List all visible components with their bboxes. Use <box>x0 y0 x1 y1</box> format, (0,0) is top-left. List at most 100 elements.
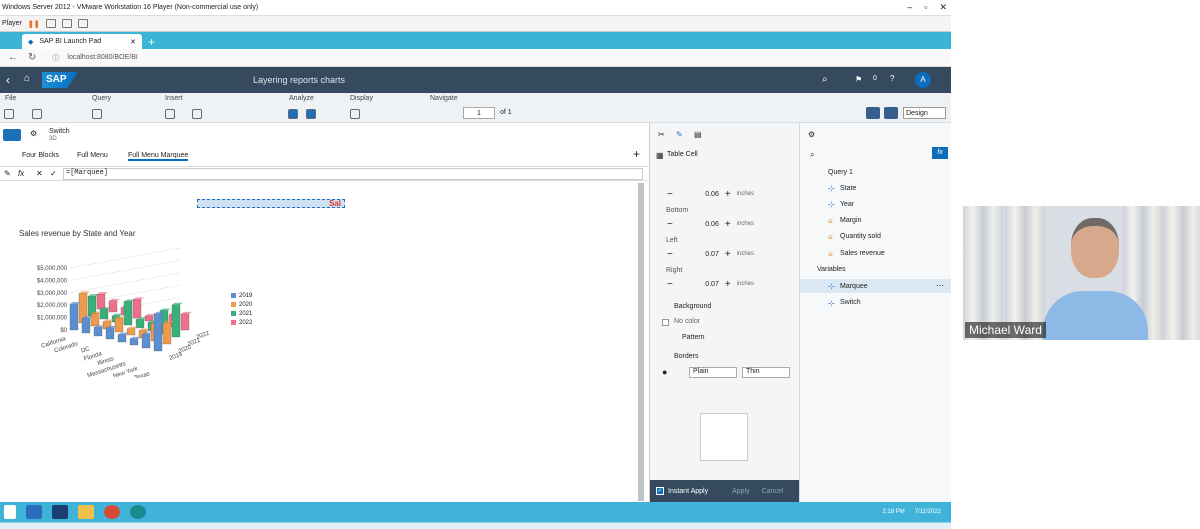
objects-tab-icon[interactable]: ⚙ <box>808 130 815 139</box>
url-field[interactable]: localhost:8080/BOE/BI <box>67 54 137 61</box>
marquee-cell[interactable]: Sal <box>197 199 345 208</box>
chrome-icon[interactable] <box>104 505 120 519</box>
instant-apply-checkbox[interactable]: ✓ <box>656 487 664 495</box>
save-icon[interactable] <box>4 109 14 119</box>
start-icon[interactable] <box>4 505 16 519</box>
decrease-button[interactable]: − <box>667 249 673 260</box>
increase-button[interactable]: + <box>725 189 731 200</box>
edge-icon[interactable] <box>130 505 146 519</box>
increase-button[interactable]: + <box>725 249 731 260</box>
decrease-button[interactable]: − <box>667 189 673 200</box>
filter-icon[interactable] <box>288 109 298 119</box>
home-icon[interactable]: ⌂ <box>24 73 30 84</box>
variable-switch[interactable]: Switch <box>840 299 861 306</box>
apply-button[interactable]: Apply <box>732 488 750 495</box>
object-state[interactable]: State <box>840 185 856 192</box>
increase-button[interactable]: + <box>725 279 731 290</box>
minimize-icon[interactable]: – <box>907 2 912 13</box>
zoom-icon[interactable] <box>350 109 360 119</box>
brush-tab-icon[interactable]: ✎ <box>676 130 683 139</box>
table-icon[interactable] <box>165 109 175 119</box>
page-input[interactable]: 1 <box>463 107 495 119</box>
border-width-select[interactable]: Thin <box>742 367 790 378</box>
stepper-value[interactable]: 0.07 <box>679 251 719 258</box>
search-icon[interactable]: ⌕ <box>822 74 828 85</box>
cancel-icon[interactable]: ✕ <box>36 169 43 178</box>
back-icon[interactable]: ← <box>8 52 18 63</box>
tab-close-icon[interactable]: ✕ <box>130 38 136 46</box>
cell-text: Sal <box>328 199 341 208</box>
pattern-header[interactable]: Pattern <box>682 334 705 341</box>
tab-sap-bi[interactable]: ◆ SAP BI Launch Pad ✕ <box>22 34 142 49</box>
stepper-value[interactable]: 0.06 <box>679 191 719 198</box>
fit-guest-icon[interactable] <box>61 19 72 28</box>
query-icon[interactable] <box>92 109 102 119</box>
undo-icon[interactable] <box>32 109 42 119</box>
tab-four-blocks[interactable]: Four Blocks <box>22 152 59 159</box>
stepper-right: −0.07 + inches <box>667 278 754 290</box>
format-tab-icon[interactable]: ✂ <box>658 130 665 139</box>
player-menu[interactable]: Player <box>2 20 22 27</box>
new-tab-icon[interactable]: + <box>148 35 155 49</box>
object-quantity-sold[interactable]: Quantity sold <box>840 233 881 240</box>
send-keys-icon[interactable] <box>45 19 56 28</box>
border-color-icon[interactable]: ● <box>662 367 667 377</box>
chart-icon[interactable] <box>192 109 202 119</box>
bar <box>114 318 124 333</box>
variable-marquee-row[interactable]: ⊹ Marquee ⋯ <box>800 279 951 293</box>
cancel-button[interactable]: Cancel <box>762 488 784 495</box>
design-mode-icon[interactable] <box>866 107 880 119</box>
accept-icon[interactable]: ✓ <box>50 169 57 178</box>
decrease-button[interactable]: − <box>667 279 673 290</box>
filter-bar-icon[interactable] <box>3 129 21 141</box>
close-icon[interactable]: ✕ <box>939 2 947 13</box>
background-header[interactable]: Background <box>674 303 711 310</box>
clock-date: 7/11/2022 <box>914 509 941 515</box>
no-color-checkbox[interactable] <box>662 319 669 326</box>
bar-chart-3d[interactable]: $5,000,000 $4,000,000 $3,000,000 $2,000,000… <box>0 248 270 378</box>
tab-full-menu-marquee[interactable]: Full Menu Marquee <box>128 152 189 161</box>
add-report-icon[interactable]: + <box>633 147 640 161</box>
pause-icon[interactable]: ❚❚ <box>28 20 40 28</box>
object-year[interactable]: Year <box>840 201 854 208</box>
border-preview-box[interactable] <box>700 413 748 461</box>
notification-icon[interactable]: ⚑ <box>855 75 862 84</box>
search-objects-icon[interactable]: ⌕ <box>810 150 814 160</box>
formula-input[interactable]: =[Marquee] <box>63 168 643 180</box>
object-margin[interactable]: Margin <box>840 217 861 224</box>
design-dropdown[interactable]: Design <box>903 107 946 119</box>
measure-icon: ≡ <box>828 217 833 226</box>
switch-label[interactable]: Switch <box>49 128 70 135</box>
more-icon[interactable]: ⋯ <box>936 281 944 290</box>
edit-icon[interactable]: ✎ <box>4 169 11 178</box>
powershell-icon[interactable] <box>52 505 68 519</box>
ribbon-group-query: Query <box>92 95 112 102</box>
back-nav-icon[interactable]: ‹ <box>6 73 10 87</box>
query-node[interactable]: Query 1 <box>828 169 853 176</box>
pages-tab-icon[interactable]: ▤ <box>694 130 702 139</box>
avatar[interactable]: A <box>915 72 931 88</box>
fullscreen-icon[interactable] <box>77 19 88 28</box>
stepper-value[interactable]: 0.06 <box>679 221 719 228</box>
fx-icon[interactable]: fx <box>18 169 24 178</box>
page-mode-icon[interactable] <box>884 107 898 119</box>
help-icon[interactable]: ? <box>890 74 894 83</box>
bar <box>108 300 118 313</box>
stepper-value[interactable]: 0.07 <box>679 281 719 288</box>
increase-button[interactable]: + <box>725 219 731 230</box>
borders-header[interactable]: Borders <box>674 353 699 360</box>
bar <box>105 327 115 340</box>
vertical-scrollbar[interactable] <box>638 183 644 501</box>
explorer-icon[interactable] <box>78 505 94 519</box>
add-variable-button[interactable]: fx <box>932 147 948 159</box>
tab-full-menu[interactable]: Full Menu <box>77 152 108 159</box>
variables-node[interactable]: Variables <box>817 266 846 273</box>
decrease-button[interactable]: − <box>667 219 673 230</box>
object-sales-revenue[interactable]: Sales revenue <box>840 250 885 257</box>
maximize-icon[interactable]: ▫ <box>924 2 927 13</box>
formula-icon[interactable] <box>306 109 316 119</box>
refresh-icon[interactable]: ↻ <box>28 52 36 63</box>
server-manager-icon[interactable] <box>26 505 42 519</box>
border-style-select[interactable]: Plain <box>689 367 737 378</box>
document-title[interactable]: Layering reports charts <box>253 75 345 85</box>
